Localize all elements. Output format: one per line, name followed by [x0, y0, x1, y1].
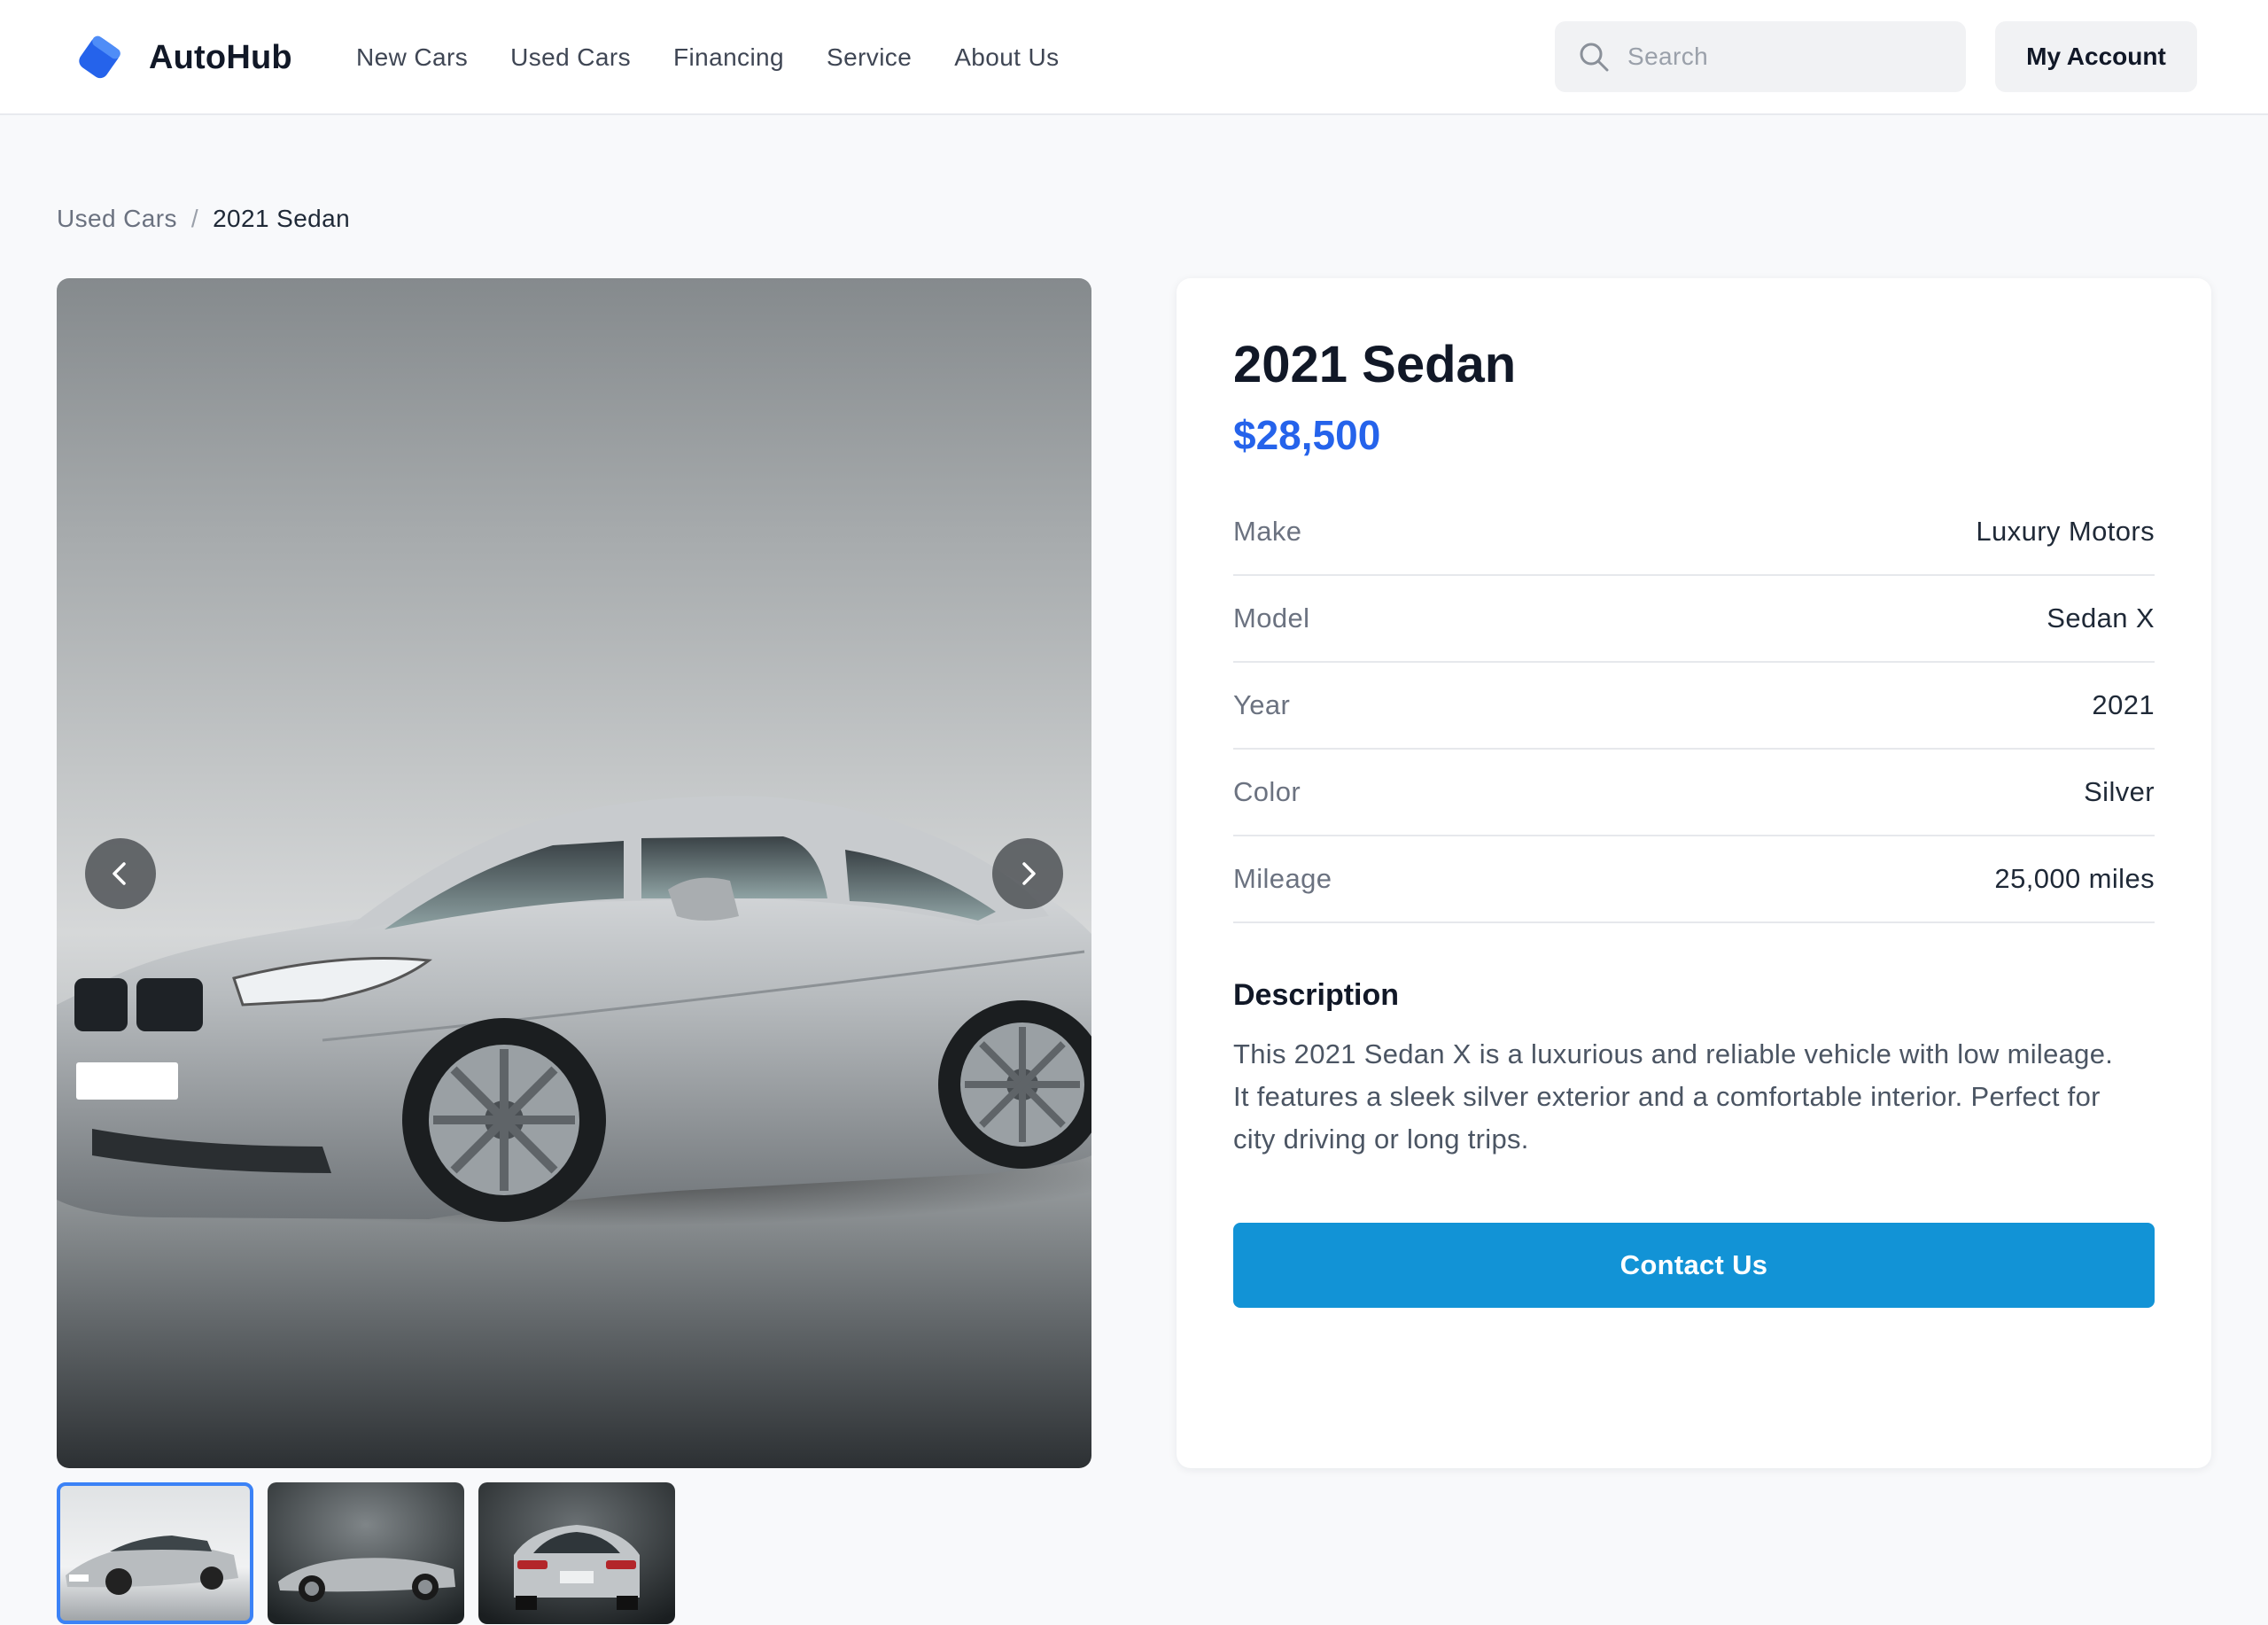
- main-car-image: [57, 278, 1091, 1468]
- logo-icon: [79, 35, 120, 79]
- breadcrumb-current: 2021 Sedan: [213, 205, 351, 232]
- spec-label: Year: [1233, 689, 1291, 720]
- spec-row-model: Model Sedan X: [1233, 576, 2155, 663]
- spec-label: Mileage: [1233, 863, 1332, 894]
- breadcrumb-separator: /: [190, 205, 199, 232]
- chevron-left-icon: [113, 862, 126, 885]
- spec-value: Luxury Motors: [1976, 516, 2155, 547]
- spec-row-mileage: Mileage 25,000 miles: [1233, 836, 2155, 923]
- breadcrumb-used-cars[interactable]: Used Cars: [57, 205, 177, 233]
- listing-price: $28,500: [1233, 412, 1381, 458]
- brand-name: AutoHub: [149, 38, 292, 76]
- my-account-button[interactable]: My Account: [1995, 21, 2197, 92]
- description-heading: Description: [1233, 978, 1400, 1012]
- spec-row-year: Year 2021: [1233, 663, 2155, 750]
- spec-value: Silver: [2084, 776, 2155, 807]
- spec-value: 2021: [2092, 689, 2155, 720]
- previous-image-button[interactable]: [85, 838, 156, 909]
- thumbnail-side[interactable]: [268, 1482, 464, 1624]
- chevron-right-icon: [1022, 862, 1036, 885]
- thumbnail-front[interactable]: [57, 1482, 253, 1624]
- spec-label: Model: [1233, 603, 1310, 634]
- main-nav: New Cars Used Cars Financing Service Abo…: [356, 39, 1102, 76]
- nav-service[interactable]: Service: [827, 43, 912, 72]
- next-image-button[interactable]: [992, 838, 1063, 909]
- site-header: AutoHub New Cars Used Cars Financing Ser…: [0, 0, 2268, 115]
- thumbnail-strip: [57, 1482, 689, 1624]
- spec-row-color: Color Silver: [1233, 750, 2155, 836]
- contact-us-button[interactable]: Contact Us: [1233, 1223, 2155, 1308]
- spec-value: 25,000 miles: [1994, 863, 2155, 894]
- spec-row-make: Make Luxury Motors: [1233, 489, 2155, 576]
- search-box[interactable]: [1555, 21, 1966, 92]
- description-text: This 2021 Sedan X is a luxurious and rel…: [1233, 1038, 2114, 1155]
- spec-label: Color: [1233, 776, 1301, 807]
- listing-title: 2021 Sedan: [1233, 336, 1517, 393]
- nav-financing[interactable]: Financing: [673, 43, 784, 72]
- spec-label: Make: [1233, 516, 1302, 547]
- nav-new-cars[interactable]: New Cars: [356, 43, 468, 72]
- search-input[interactable]: [1627, 43, 1964, 71]
- breadcrumb: Used Cars / 2021 Sedan: [57, 202, 350, 236]
- spec-table: Make Luxury Motors Model Sedan X Year 20…: [1233, 489, 2155, 923]
- thumbnail-rear[interactable]: [478, 1482, 675, 1624]
- listing-details-card: 2021 Sedan $28,500 Make Luxury Motors Mo…: [1177, 278, 2211, 1468]
- spec-value: Sedan X: [2047, 603, 2155, 634]
- search-icon: [1580, 43, 1609, 72]
- nav-used-cars[interactable]: Used Cars: [510, 43, 631, 72]
- brand-logo[interactable]: AutoHub: [73, 30, 292, 85]
- car-photo: [57, 796, 1091, 1226]
- nav-about-us[interactable]: About Us: [954, 43, 1059, 72]
